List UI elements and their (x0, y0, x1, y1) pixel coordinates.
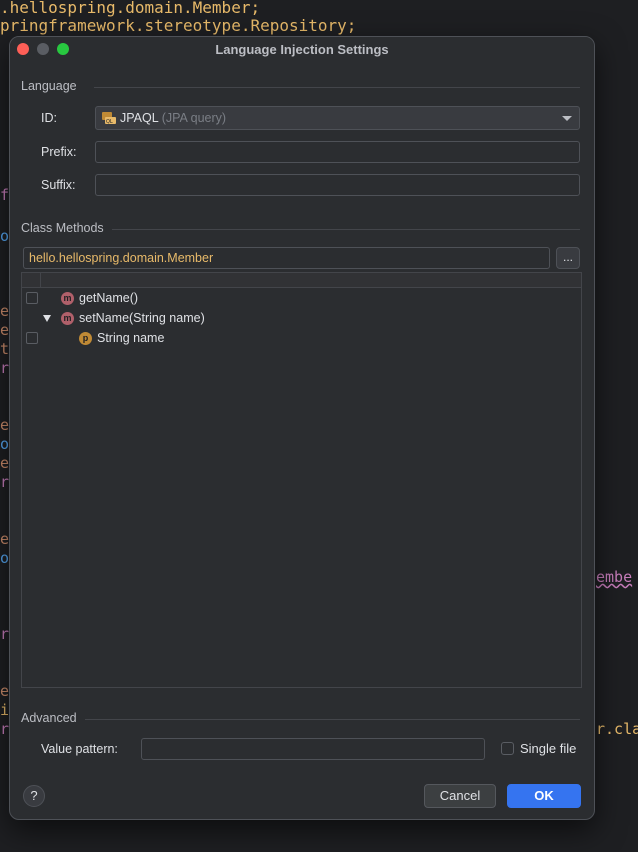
methods-tree[interactable]: m getName() m setName(String name) p Str… (21, 272, 582, 688)
language-section-label: Language (21, 79, 77, 93)
tree-header (22, 273, 581, 288)
code-fragment: i (0, 701, 10, 719)
string-name-checkbox[interactable] (26, 332, 38, 344)
jpaql-icon: QL (102, 112, 116, 125)
advanced-section-label: Advanced (21, 711, 77, 725)
code-fragment: r (0, 720, 10, 738)
chevron-down-icon (562, 116, 572, 121)
section-divider (85, 719, 580, 720)
suffix-label: Suffix: (41, 178, 76, 192)
tree-row-setname[interactable]: m setName(String name) (22, 309, 581, 329)
code-fragment: r (0, 359, 10, 377)
code-fragment: o (0, 549, 10, 567)
code-fragment: o (0, 435, 10, 453)
class-name-value: hello.hellospring.domain.Member (29, 251, 214, 265)
language-injection-dialog: Language Injection Settings Language ID:… (9, 36, 595, 820)
dialog-titlebar[interactable]: Language Injection Settings (10, 37, 594, 61)
code-fragment: t (0, 340, 10, 358)
code-fragment: f (0, 186, 10, 204)
browse-class-button[interactable]: ... (556, 247, 580, 269)
tree-row-getname[interactable]: m getName() (22, 289, 581, 309)
language-id-value: JPAQL (120, 111, 159, 125)
code-fragment: o (0, 227, 10, 245)
help-button[interactable]: ? (23, 785, 45, 807)
code-fragment: e (0, 454, 10, 472)
suffix-input[interactable] (95, 174, 580, 196)
expanded-arrow-icon[interactable] (43, 315, 51, 322)
language-id-dropdown[interactable]: QL JPAQL (JPA query) (95, 106, 580, 130)
code-fragment: e (0, 321, 10, 339)
single-file-label[interactable]: Single file (520, 741, 576, 756)
tree-row-label: String name (97, 331, 165, 345)
code-fragment: e (0, 416, 10, 434)
prefix-label: Prefix: (41, 145, 77, 159)
id-label: ID: (41, 111, 57, 125)
parameter-icon: p (79, 332, 92, 345)
class-methods-section-label: Class Methods (21, 221, 104, 235)
class-name-input[interactable]: hello.hellospring.domain.Member (23, 247, 550, 269)
tree-row-label: getName() (79, 291, 139, 305)
language-id-hint: (JPA query) (161, 111, 227, 125)
code-fragment-member: embe (596, 568, 633, 586)
tree-row-label: setName(String name) (79, 311, 205, 325)
code-line-import-repository: pringframework.stereotype.Repository; (0, 16, 357, 35)
method-icon: m (61, 292, 74, 305)
single-file-checkbox[interactable] (501, 742, 514, 755)
code-fragment: r (0, 473, 10, 491)
code-fragment: r (0, 625, 10, 643)
code-fragment: e (0, 682, 10, 700)
code-line-import-member: .hellospring.domain.Member; (0, 0, 261, 17)
code-fragment: e (0, 302, 10, 320)
section-divider (94, 87, 580, 88)
ok-button[interactable]: OK (507, 784, 581, 808)
section-divider (112, 229, 580, 230)
value-pattern-label: Value pattern: (41, 742, 118, 756)
getname-checkbox[interactable] (26, 292, 38, 304)
code-fragment: e (0, 530, 10, 548)
code-fragment-class: r.cla (596, 720, 638, 738)
value-pattern-input[interactable] (141, 738, 485, 760)
dialog-title: Language Injection Settings (215, 42, 389, 57)
cancel-button[interactable]: Cancel (424, 784, 496, 808)
method-icon: m (61, 312, 74, 325)
svg-text:QL: QL (106, 119, 113, 125)
tree-row-string-name[interactable]: p String name (22, 329, 581, 349)
prefix-input[interactable] (95, 141, 580, 163)
